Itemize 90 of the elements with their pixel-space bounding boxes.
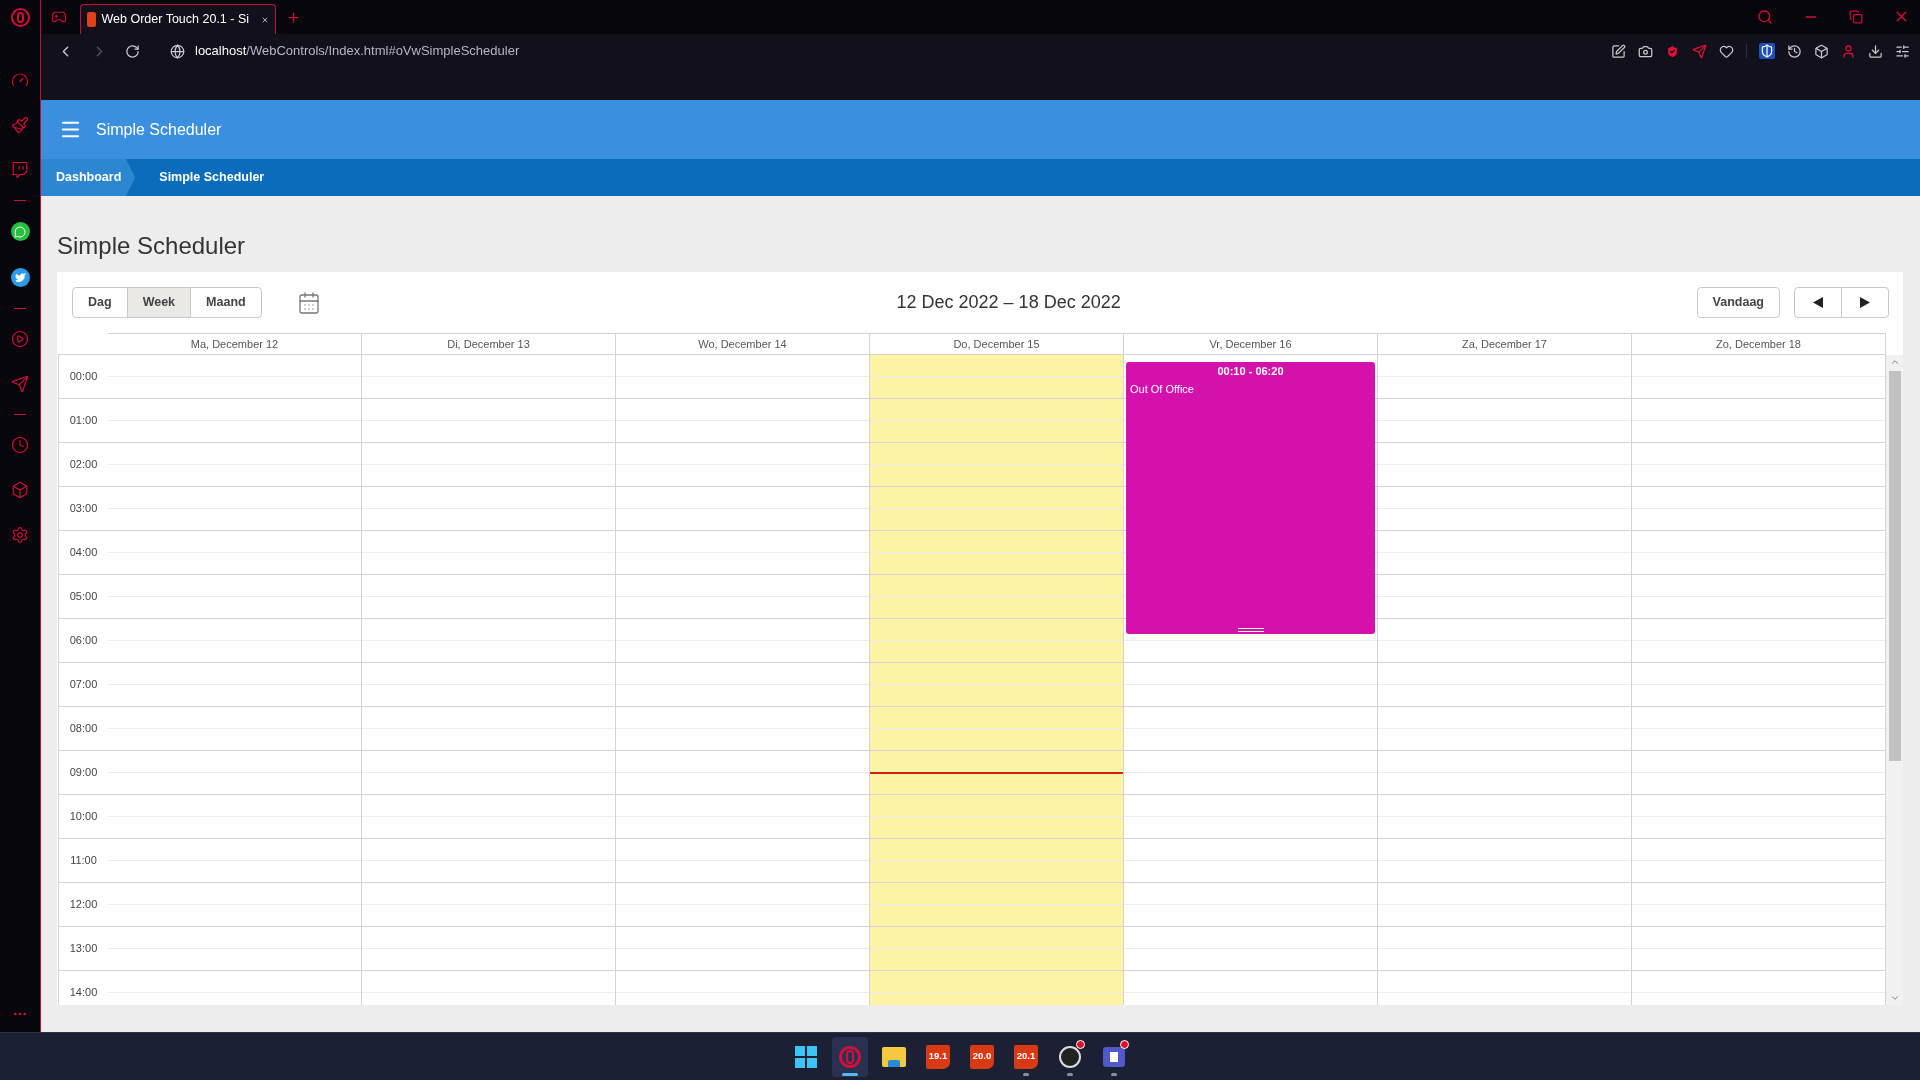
time-label: 02:00 — [69, 457, 98, 473]
windows-start-icon[interactable] — [795, 1045, 817, 1068]
settings-icon[interactable] — [11, 526, 29, 544]
app-logo-icon — [87, 12, 96, 27]
day-header: Do, December 15 — [870, 333, 1124, 355]
shield-icon[interactable] — [1665, 43, 1680, 59]
today-button[interactable]: Vandaag — [1696, 287, 1780, 318]
clock-icon[interactable] — [11, 436, 29, 454]
view-tab[interactable]: Dag — [72, 287, 128, 318]
time-label: 07:00 — [69, 677, 98, 693]
resize-handle[interactable] — [1237, 627, 1264, 632]
time-label: 13:00 — [69, 941, 98, 957]
browser-tab[interactable]: Web Order Touch 20.1 - Si — [80, 4, 276, 34]
notification-badge — [1076, 1039, 1085, 1049]
scrollbar-thumb[interactable] — [1888, 371, 1901, 761]
settings-sliders-icon[interactable] — [1895, 43, 1910, 59]
gamepad-icon[interactable] — [51, 9, 67, 25]
view-tab[interactable]: Week — [126, 287, 192, 318]
day-header: Zo, December 18 — [1632, 333, 1886, 355]
password-shield-icon[interactable] — [1759, 43, 1775, 59]
running-indicator — [1067, 1072, 1073, 1076]
address-field[interactable]: localhost/WebControls/Index.html#oVwSimpleScheduler — [195, 41, 520, 61]
camera-icon[interactable] — [1638, 43, 1653, 59]
new-tab-icon[interactable] — [286, 10, 301, 25]
time-label: 09:00 — [69, 765, 98, 781]
scroll-up-icon[interactable] — [1889, 357, 1900, 367]
brush-icon[interactable] — [11, 116, 29, 134]
event-time: 00:10 - 06:20 — [1216, 364, 1285, 380]
scrollbar[interactable] — [1886, 355, 1903, 1005]
day-header: Wo, December 14 — [616, 333, 870, 355]
folder-icon[interactable] — [882, 1046, 906, 1067]
view-tab[interactable]: Maand — [190, 287, 262, 318]
tab-title: Web Order Touch 20.1 - Si — [101, 11, 250, 29]
day-header: Za, December 17 — [1378, 333, 1632, 355]
heart-icon[interactable] — [1719, 43, 1734, 59]
next-icon — [1860, 297, 1870, 308]
time-label: 04:00 — [69, 545, 98, 561]
taskbar-item[interactable]: 19.1 — [920, 1036, 956, 1077]
app-title: Simple Scheduler — [96, 119, 222, 140]
event[interactable]: 00:10 - 06:20 Out Of Office — [1126, 362, 1375, 634]
time-label: 00:00 — [69, 369, 98, 385]
opera-logo-icon[interactable] — [10, 8, 30, 27]
time-label: 05:00 — [69, 589, 98, 605]
taskbar-item[interactable]: 20.0 — [964, 1036, 1000, 1077]
time-label: 11:00 — [70, 853, 97, 869]
send-icon[interactable] — [11, 375, 29, 393]
whatsapp-icon[interactable] — [10, 222, 30, 241]
day-header: Di, December 13 — [362, 333, 616, 355]
cube-icon[interactable] — [1814, 43, 1829, 59]
scroll-down-icon[interactable] — [1889, 993, 1900, 1003]
running-indicator — [842, 1072, 858, 1076]
day-header: Vr, December 16 — [1124, 333, 1378, 355]
snapshot-edit-icon[interactable] — [1611, 43, 1626, 59]
time-label: 01:00 — [69, 413, 98, 429]
history-icon[interactable] — [1787, 43, 1802, 59]
event-title: Out Of Office — [1130, 381, 1195, 397]
notification-badge — [1120, 1039, 1129, 1049]
calendar-icon[interactable] — [296, 290, 321, 315]
time-label: 12:00 — [69, 897, 98, 913]
breadcrumb-link[interactable]: Dashboard — [41, 159, 136, 196]
time-label: 08:00 — [69, 721, 98, 737]
restore-icon[interactable] — [1849, 9, 1863, 24]
running-indicator — [1023, 1072, 1029, 1076]
twitter-icon[interactable] — [10, 268, 30, 287]
download-icon[interactable] — [1868, 43, 1883, 59]
breadcrumb-link[interactable]: Simple Scheduler — [135, 159, 289, 196]
profile-icon[interactable] — [1841, 43, 1856, 59]
speed-dial-icon[interactable] — [11, 71, 29, 89]
previous-icon — [1813, 297, 1823, 308]
day-header: Ma, December 12 — [108, 333, 362, 355]
globe-icon — [170, 43, 185, 59]
time-label: 06:00 — [69, 633, 98, 649]
date-range: 12 Dec 2022 – 18 Dec 2022 — [896, 291, 1121, 314]
search-icon[interactable] — [1757, 8, 1773, 25]
taskbar-item[interactable]: 20.1 — [1008, 1036, 1044, 1077]
running-indicator — [1111, 1072, 1117, 1076]
time-label: 03:00 — [69, 501, 98, 517]
taskbar-item[interactable] — [832, 1036, 868, 1077]
page-title: Simple Scheduler — [57, 231, 246, 261]
reload-icon[interactable] — [125, 43, 140, 59]
app-icon[interactable]: 20.1 — [1014, 1044, 1038, 1069]
time-label: 14:00 — [69, 985, 98, 1001]
play-icon[interactable] — [11, 330, 29, 348]
twitch-icon[interactable] — [11, 161, 29, 179]
send-icon[interactable] — [1692, 43, 1707, 59]
time-label: 10:00 — [69, 809, 98, 825]
app-icon[interactable]: 20.0 — [970, 1044, 994, 1069]
next-button[interactable] — [1841, 287, 1889, 318]
app-icon[interactable]: 19.1 — [926, 1044, 950, 1069]
previous-button[interactable] — [1794, 287, 1842, 318]
